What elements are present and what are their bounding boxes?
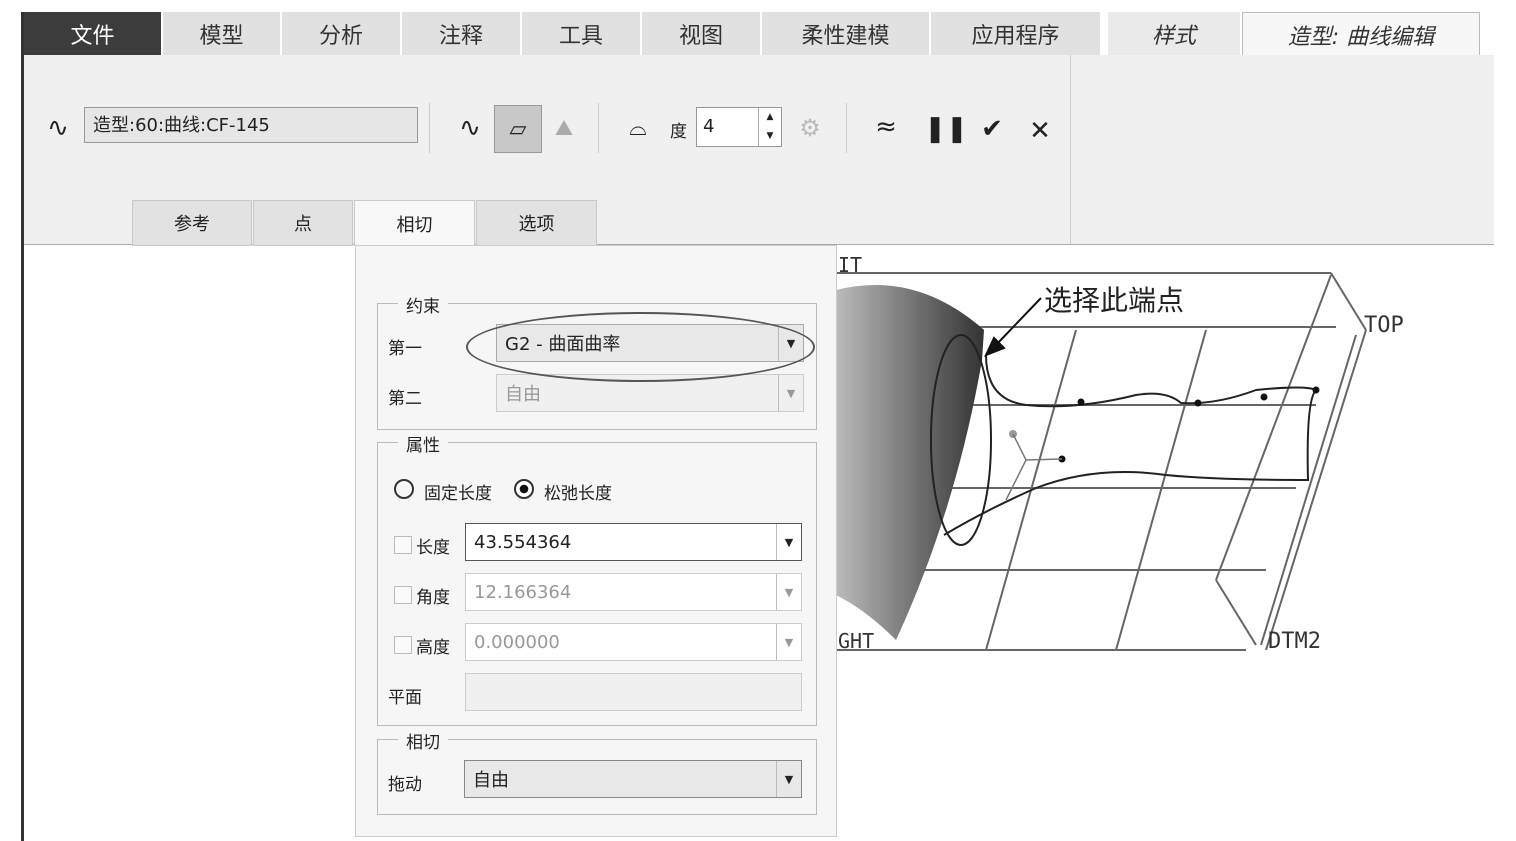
planar-curve-icon[interactable]: ⏥ (494, 105, 542, 153)
datum-label-front: IT (838, 253, 862, 277)
length-label: 长度 (416, 538, 450, 558)
graphics-viewport[interactable]: 选择此端点 TOP DTM2 GHT IT (836, 250, 1416, 670)
plane-label: 平面 (388, 688, 422, 708)
tab-style[interactable]: 样式 (1108, 12, 1240, 55)
subtab-options[interactable]: 选项 (476, 200, 597, 246)
control-polygon-icon[interactable]: ⌓ (620, 110, 656, 146)
fixed-length-label: 固定长度 (424, 484, 492, 504)
annotation-text: 选择此端点 (1044, 284, 1184, 317)
datum-label-dtm2: DTM2 (1268, 629, 1321, 654)
edited-curve (943, 354, 1318, 536)
angle-input[interactable]: 12.166364 ▼ (465, 573, 802, 611)
drag-dropdown[interactable]: 自由 ▼ (464, 760, 802, 798)
degree-stepper[interactable]: 4 ▲ ▼ (696, 107, 782, 147)
angle-label: 角度 (416, 588, 450, 608)
drag-value: 自由 (473, 770, 509, 791)
subtab-points[interactable]: 点 (253, 200, 353, 246)
tab-analysis[interactable]: 分析 (282, 12, 400, 55)
tab-tools[interactable]: 工具 (522, 12, 640, 55)
height-label: 高度 (416, 638, 450, 658)
relaxed-length-label: 松弛长度 (544, 484, 612, 504)
length-value: 43.554364 (474, 531, 572, 553)
second-constraint-value: 自由 (505, 384, 541, 405)
constraint-title: 约束 (398, 292, 448, 317)
pause-icon[interactable]: ❚❚ (924, 111, 968, 147)
stepper-arrows[interactable]: ▲ ▼ (758, 108, 781, 146)
angle-checkbox[interactable] (394, 586, 412, 604)
degree-value: 4 (703, 116, 715, 137)
tab-curve-edit[interactable]: 造型: 曲线编辑 (1242, 12, 1480, 57)
height-checkbox[interactable] (394, 636, 412, 654)
tab-file[interactable]: 文件 (24, 12, 161, 55)
drag-label: 拖动 (388, 775, 422, 795)
length-checkbox[interactable] (394, 536, 412, 554)
chevron-down-icon: ▼ (776, 761, 801, 797)
tab-flexible-modeling[interactable]: 柔性建模 (762, 12, 929, 55)
highlight-ellipse (466, 312, 815, 382)
curve-icon: ∿ (47, 113, 69, 143)
chevron-down-icon: ▼ (776, 624, 801, 660)
height-input[interactable]: 0.000000 ▼ (465, 623, 802, 661)
surface (836, 285, 984, 640)
plane-reference-field[interactable] (465, 673, 802, 711)
confirm-check-icon[interactable]: ✔ (974, 111, 1010, 147)
degree-label: 度 (670, 122, 687, 142)
first-label: 第一 (388, 339, 422, 359)
radio-fixed-length[interactable] (394, 479, 414, 499)
cancel-x-icon[interactable]: ✕ (1022, 113, 1058, 149)
length-input[interactable]: 43.554364 ▼ (465, 523, 802, 561)
tangent-group: 相切 拖动 自由 ▼ (377, 728, 817, 815)
height-value: 0.000000 (474, 631, 560, 653)
cos-curve-icon[interactable]: ⛰ (546, 110, 582, 146)
curve-connect-icon[interactable]: ≈ (866, 107, 906, 147)
curvature-analysis-icon[interactable]: ⚙ (792, 110, 828, 146)
tangent-panel: 约束 第一 G2 - 曲面曲率 ▼ 第二 自由 ▼ 属性 固定长度 松弛长度 长… (355, 245, 837, 837)
free-curve-icon[interactable]: ∿ (452, 110, 488, 146)
chevron-down-icon: ▼ (776, 524, 801, 560)
angle-value: 12.166364 (474, 581, 572, 603)
datum-label-top: TOP (1364, 313, 1404, 338)
subtab-tangent[interactable]: 相切 (354, 200, 475, 246)
chevron-down-icon: ▼ (778, 375, 803, 411)
datum-label-right: GHT (838, 629, 874, 653)
curve-name-field[interactable]: 造型:60:曲线:CF-145 (84, 107, 418, 143)
tab-view[interactable]: 视图 (642, 12, 760, 55)
tangent-title: 相切 (398, 728, 448, 753)
radio-relaxed-length[interactable] (514, 479, 534, 499)
tab-applications[interactable]: 应用程序 (931, 12, 1100, 55)
properties-group: 属性 固定长度 松弛长度 长度 43.554364 ▼ 角度 12.166364… (377, 431, 817, 726)
tab-model[interactable]: 模型 (163, 12, 280, 55)
properties-title: 属性 (398, 431, 448, 456)
tab-annotate[interactable]: 注释 (402, 12, 520, 55)
second-label: 第二 (388, 389, 422, 409)
chevron-down-icon: ▼ (776, 574, 801, 610)
subtab-references[interactable]: 参考 (132, 200, 252, 246)
